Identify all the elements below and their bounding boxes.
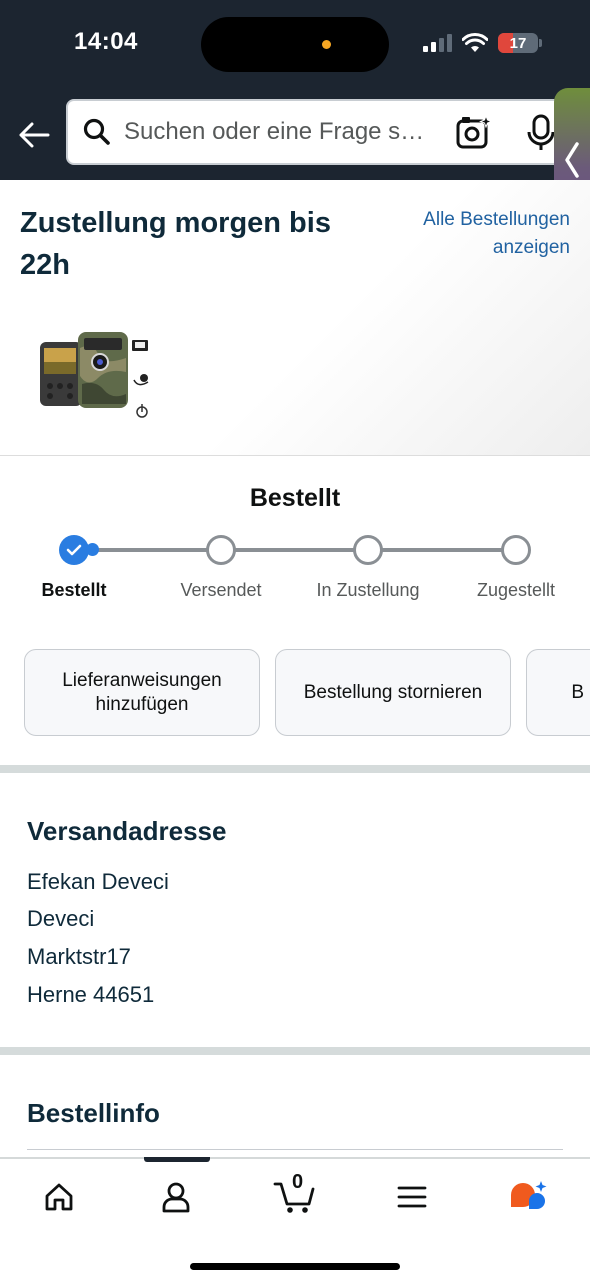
progress-dot (86, 543, 99, 556)
chevron-left-icon (565, 142, 579, 178)
shipping-address-title: Versandadresse (27, 816, 227, 846)
cart-count: 0 (292, 1171, 304, 1193)
step-delivered-marker (501, 535, 531, 565)
address-line: Marktstr17 (27, 944, 131, 969)
status-time: 14:04 (74, 28, 138, 55)
search-icon[interactable] (82, 117, 112, 147)
delivery-summary: Zustellung morgen bis 22h Alle Bestellun… (0, 180, 590, 456)
address-line: Efekan Deveci (27, 869, 169, 894)
rufus-ai-icon[interactable] (506, 1177, 550, 1217)
menu-icon[interactable] (390, 1177, 434, 1217)
all-orders-link[interactable]: Alle Bestellungen anzeigen (400, 206, 570, 262)
search-bar[interactable] (66, 99, 566, 165)
order-actions: Lieferanweisungen hinzufügen Bestellung … (24, 649, 590, 737)
arrow-left-icon (19, 122, 50, 148)
address-line: Deveci (27, 906, 95, 931)
step-label-ordered: Bestellt (41, 580, 107, 600)
bottom-navigation: 0 (0, 1157, 590, 1280)
order-info-title: Bestellinfo (27, 1098, 160, 1128)
cellular-signal-icon (423, 34, 452, 52)
step-ordered-marker (59, 535, 89, 565)
cancel-order-button[interactable]: Bestellung stornieren (275, 649, 511, 736)
account-icon[interactable] (154, 1177, 198, 1217)
order-info-divider (27, 1149, 563, 1150)
active-tab-indicator (144, 1157, 210, 1162)
add-delivery-instructions-button[interactable]: Lieferanweisungen hinzufügen (24, 649, 260, 736)
back-button[interactable] (14, 115, 54, 155)
battery-icon: 17 (498, 33, 538, 53)
privacy-indicator-dot (322, 40, 331, 49)
dynamic-island (201, 17, 389, 72)
progress-line (96, 548, 502, 552)
product-image[interactable] (38, 328, 156, 432)
home-icon[interactable] (37, 1177, 81, 1217)
section-divider (0, 1047, 590, 1055)
order-status-heading: Bestellt (249, 484, 341, 512)
step-out-for-delivery-marker (353, 535, 383, 565)
address-line: Herne 44651 (27, 982, 155, 1007)
wifi-icon (462, 33, 488, 52)
checkmark-icon (66, 544, 82, 556)
status-icons: 17 (422, 30, 542, 56)
step-label-delivered: Zugestellt (476, 580, 556, 600)
more-action-button[interactable]: B (526, 649, 590, 736)
section-divider (0, 765, 590, 773)
microphone-icon[interactable] (526, 114, 556, 152)
delivery-title: Zustellung morgen bis 22h (20, 207, 331, 281)
home-indicator (190, 1263, 400, 1270)
step-shipped-marker (206, 535, 236, 565)
camera-search-icon[interactable] (456, 115, 492, 151)
cart-icon[interactable]: 0 (272, 1171, 316, 1217)
battery-level: 17 (509, 34, 527, 52)
app-header: 14:04 17 (0, 0, 590, 234)
search-input[interactable] (124, 118, 444, 146)
step-label-shipped: Versendet (180, 580, 262, 600)
step-label-out-for-delivery: In Zustellung (316, 580, 420, 600)
